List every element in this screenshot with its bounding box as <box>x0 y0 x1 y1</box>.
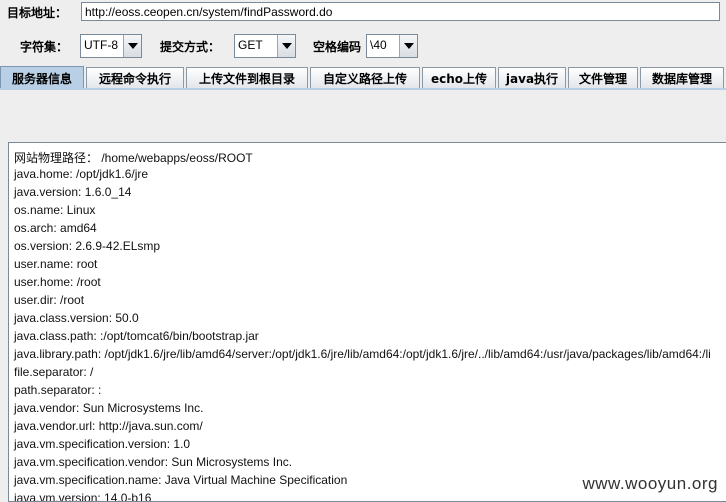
method-select[interactable]: GET <box>234 34 296 58</box>
tab-remote-command[interactable]: 远程命令执行 <box>86 67 184 88</box>
output-line: file.separator: / <box>14 365 94 379</box>
tab-server-info[interactable]: 服务器信息 <box>0 66 84 89</box>
output-line: os.version: 2.6.9-42.ELsmp <box>14 239 161 253</box>
space-encoding-label: 空格编码 <box>313 40 362 54</box>
method-value: GET <box>238 38 263 52</box>
method-label: 提交方式： <box>160 40 221 54</box>
space-encoding-dropdown-button[interactable] <box>399 35 417 57</box>
output-line: user.home: /root <box>14 275 101 289</box>
output-line: java.class.version: 50.0 <box>14 311 139 325</box>
tab-label: 上传文件到根目录 <box>198 71 295 86</box>
tab-label: 数据库管理 <box>651 71 712 86</box>
output-line: java.vm.specification.vendor: Sun Micros… <box>14 455 293 469</box>
tab-label: 远程命令执行 <box>98 71 171 86</box>
output-line: java.vm.version: 14.0-b16 <box>14 491 152 502</box>
tab-database-manager[interactable]: 数据库管理 <box>640 67 724 88</box>
tab-label: 自定义路径上传 <box>322 71 407 86</box>
chevron-down-icon <box>403 43 414 49</box>
space-encoding-value: \40 <box>370 38 387 52</box>
output-line: java.class.path: :/opt/tomcat6/bin/boots… <box>14 329 259 343</box>
tab-custom-path-upload[interactable]: 自定义路径上传 <box>310 67 420 88</box>
space-encoding-select[interactable]: \40 <box>366 34 418 58</box>
output-line: java.version: 1.6.0_14 <box>14 185 132 199</box>
target-label: 目标地址： <box>7 6 68 20</box>
tab-echo-upload[interactable]: echo上传 <box>422 67 496 88</box>
charset-label: 字符集： <box>20 40 69 54</box>
chevron-down-icon <box>281 43 292 49</box>
server-info-output[interactable]: 网站物理路径： /home/webapps/eoss/ROOT java.hom… <box>8 142 726 502</box>
output-line: path.separator: : <box>14 383 102 397</box>
output-line: java.vendor.url: http://java.sun.com/ <box>14 419 203 433</box>
tab-label: 服务器信息 <box>11 71 72 86</box>
tab-label: java执行 <box>505 71 559 86</box>
output-line: os.arch: amd64 <box>14 221 97 235</box>
tab-label: 文件管理 <box>578 71 627 86</box>
tab-underline <box>0 88 726 90</box>
output-line: java.vm.specification.name: Java Virtual… <box>14 473 348 487</box>
output-line: 网站物理路径： /home/webapps/eoss/ROOT <box>14 151 253 165</box>
output-line: java.home: /opt/jdk1.6/jre <box>14 167 149 181</box>
output-line: user.dir: /root <box>14 293 85 307</box>
chevron-down-icon <box>127 43 138 49</box>
output-line: java.library.path: /opt/jdk1.6/jre/lib/a… <box>14 347 711 361</box>
output-line: os.name: Linux <box>14 203 96 217</box>
target-url-input[interactable] <box>81 2 720 21</box>
output-line: java.vm.specification.version: 1.0 <box>14 437 191 451</box>
tab-java-exec[interactable]: java执行 <box>498 67 566 88</box>
tab-bar: 服务器信息 远程命令执行 上传文件到根目录 自定义路径上传 echo上传 jav… <box>0 66 726 89</box>
tab-file-manager[interactable]: 文件管理 <box>568 67 638 88</box>
watermark: www.wooyun.org <box>582 474 718 493</box>
charset-select[interactable]: UTF-8 <box>80 34 142 58</box>
output-line: java.vendor: Sun Microsystems Inc. <box>14 401 204 415</box>
method-dropdown-button[interactable] <box>277 35 295 57</box>
tab-upload-root[interactable]: 上传文件到根目录 <box>186 67 308 88</box>
output-line: user.name: root <box>14 257 98 271</box>
tab-label: echo上传 <box>430 71 488 86</box>
charset-dropdown-button[interactable] <box>123 35 141 57</box>
charset-value: UTF-8 <box>84 38 118 52</box>
